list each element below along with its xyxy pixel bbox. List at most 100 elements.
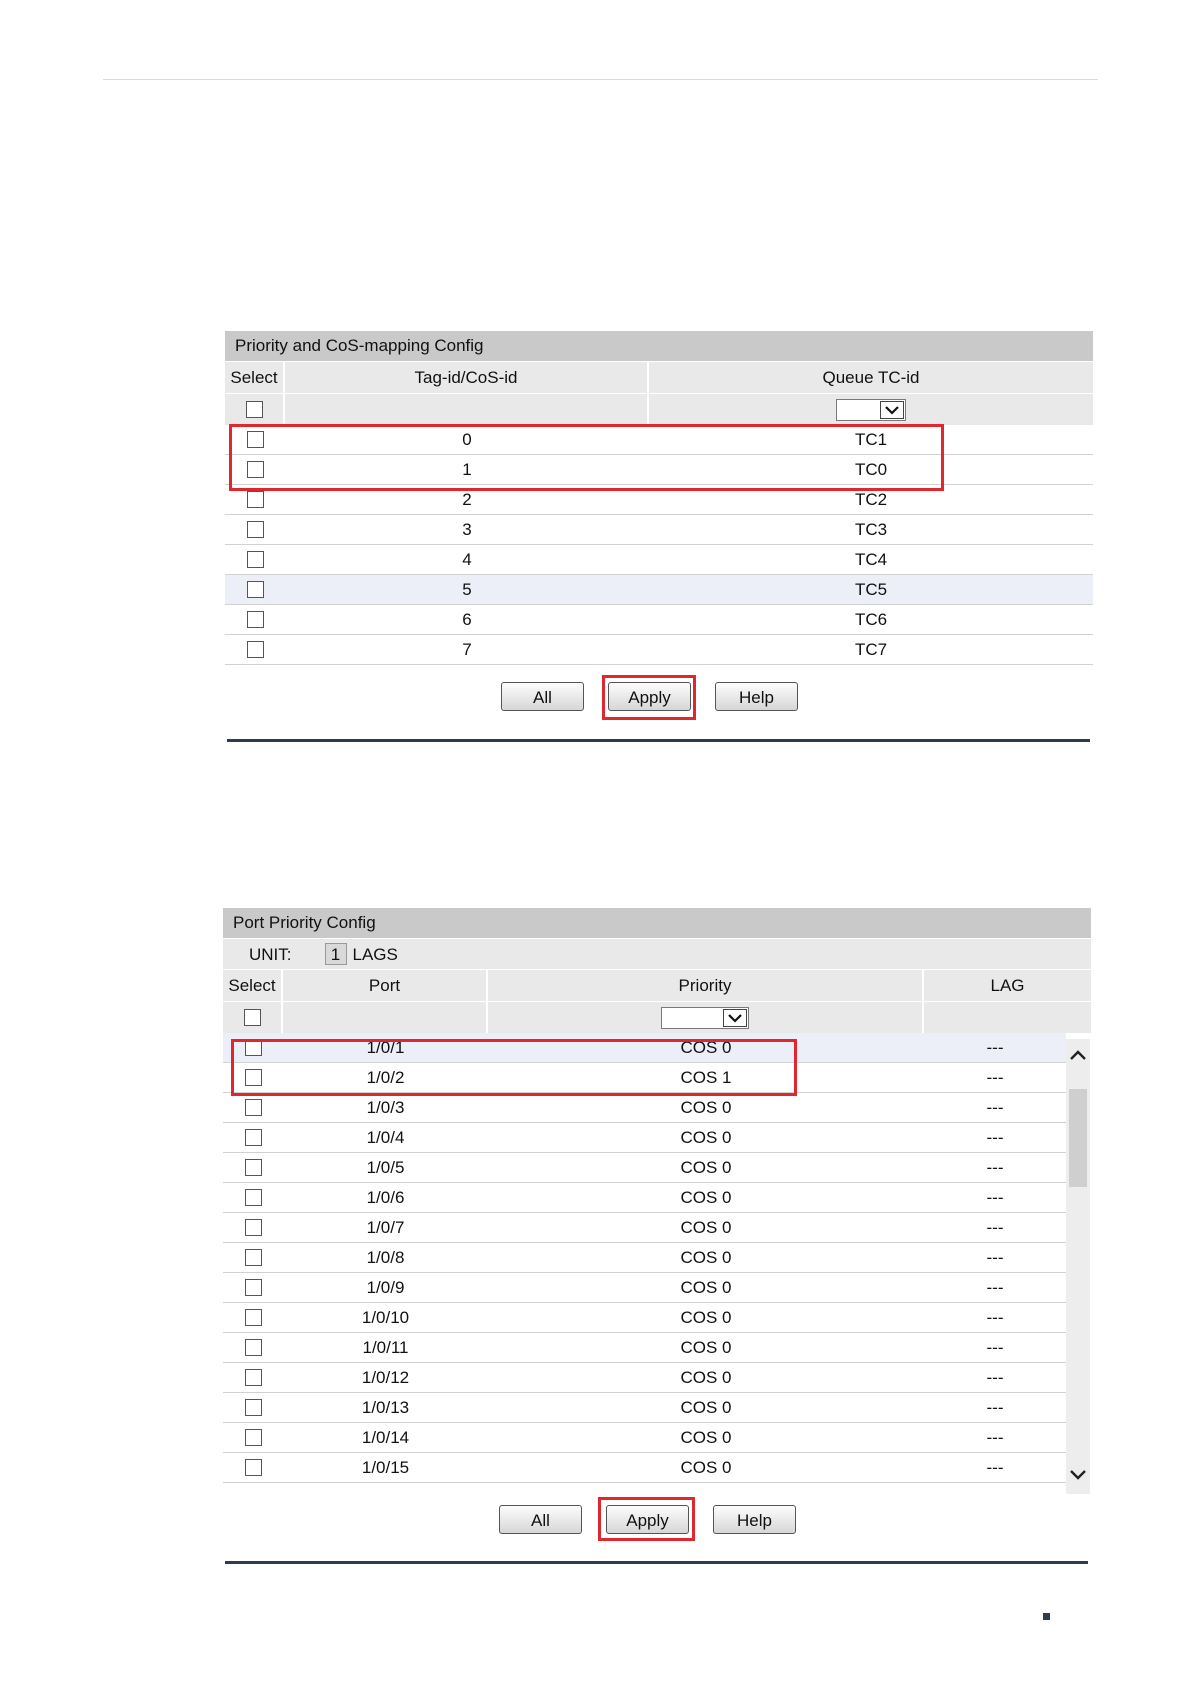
port-help-button[interactable]: Help xyxy=(713,1505,796,1534)
port-panel-divider xyxy=(225,1561,1088,1564)
unit-selector-row: UNIT: 1 LAGS xyxy=(223,938,1091,969)
row-select-checkbox[interactable] xyxy=(244,1189,262,1206)
port-priority-panel: Port Priority Config UNIT: 1 LAGS Select… xyxy=(223,908,1091,1483)
select-all-checkbox[interactable] xyxy=(243,1009,261,1026)
row-select-checkbox[interactable] xyxy=(244,1279,262,1296)
port-cell: 1/0/8 xyxy=(366,1248,405,1267)
row-select-checkbox[interactable] xyxy=(244,1249,262,1266)
column-header-port: Port xyxy=(283,970,488,1001)
select-all-checkbox[interactable] xyxy=(245,401,263,418)
highlight-box-port-rows xyxy=(231,1039,797,1096)
highlight-box-cos-apply xyxy=(602,675,696,720)
row-select-checkbox[interactable] xyxy=(244,1339,262,1356)
row-select-checkbox[interactable] xyxy=(244,1159,262,1176)
chevron-up-icon[interactable] xyxy=(1066,1043,1090,1067)
tag-id-cell: 6 xyxy=(462,610,472,629)
row-select-checkbox[interactable] xyxy=(246,641,264,658)
cos-all-button[interactable]: All xyxy=(501,682,584,711)
lag-cell: --- xyxy=(986,1338,1004,1357)
port-cell: 1/0/10 xyxy=(361,1308,410,1327)
table-row[interactable]: 1/0/4 COS 0 --- xyxy=(223,1123,1066,1153)
bulk-port-cell xyxy=(283,1002,488,1033)
page-corner-mark xyxy=(1043,1613,1050,1620)
table-row[interactable]: 1/0/3 COS 0 --- xyxy=(223,1093,1066,1123)
table-row[interactable]: 1/0/13 COS 0 --- xyxy=(223,1393,1066,1423)
queue-tc-cell: TC5 xyxy=(854,580,888,599)
chevron-down-icon xyxy=(723,1008,747,1027)
row-select-checkbox[interactable] xyxy=(244,1129,262,1146)
lag-cell: --- xyxy=(986,1188,1004,1207)
column-header-lag: LAG xyxy=(990,976,1025,995)
row-select-checkbox[interactable] xyxy=(246,551,264,568)
table-row[interactable]: 6 TC6 xyxy=(225,605,1093,635)
table-row[interactable]: 1/0/15 COS 0 --- xyxy=(223,1453,1066,1483)
port-cell: 1/0/3 xyxy=(366,1098,405,1117)
column-header-select: Select xyxy=(223,970,283,1001)
scrollbar-thumb[interactable] xyxy=(1069,1089,1087,1187)
row-select-checkbox[interactable] xyxy=(244,1099,262,1116)
table-row[interactable]: 1/0/8 COS 0 --- xyxy=(223,1243,1066,1273)
row-select-checkbox[interactable] xyxy=(246,491,264,508)
table-row[interactable]: 1/0/11 COS 0 --- xyxy=(223,1333,1066,1363)
port-cell: 1/0/14 xyxy=(361,1428,410,1447)
row-select-checkbox[interactable] xyxy=(246,581,264,598)
cos-mapping-title: Priority and CoS-mapping Config xyxy=(225,331,1093,361)
highlight-box-port-apply xyxy=(598,1497,695,1541)
queue-tc-select[interactable] xyxy=(836,398,906,421)
priority-cell: COS 0 xyxy=(680,1338,732,1357)
lags-tab[interactable]: LAGS xyxy=(353,939,398,970)
table-row[interactable]: 1/0/10 COS 0 --- xyxy=(223,1303,1066,1333)
queue-tc-cell: TC7 xyxy=(854,640,888,659)
table-row[interactable]: 3 TC3 xyxy=(225,515,1093,545)
cos-help-button[interactable]: Help xyxy=(715,682,798,711)
row-select-checkbox[interactable] xyxy=(246,611,264,628)
cos-mapping-panel: Priority and CoS-mapping Config Select T… xyxy=(225,331,1093,665)
unit-1-tab[interactable]: 1 xyxy=(324,943,347,965)
row-select-checkbox[interactable] xyxy=(244,1399,262,1416)
queue-tc-cell: TC6 xyxy=(854,610,888,629)
table-row[interactable]: 1/0/7 COS 0 --- xyxy=(223,1213,1066,1243)
priority-cell: COS 0 xyxy=(680,1308,732,1327)
table-row[interactable]: 5 TC5 xyxy=(225,575,1093,605)
table-row[interactable]: 1/0/12 COS 0 --- xyxy=(223,1363,1066,1393)
page-top-divider xyxy=(103,79,1098,80)
port-cell: 1/0/9 xyxy=(366,1278,405,1297)
tag-id-cell: 5 xyxy=(462,580,472,599)
priority-cell: COS 0 xyxy=(680,1098,732,1117)
priority-select[interactable] xyxy=(661,1006,749,1029)
column-header-tag-id: Tag-id/CoS-id xyxy=(285,362,649,393)
row-select-checkbox[interactable] xyxy=(244,1429,262,1446)
table-row[interactable]: 1/0/5 COS 0 --- xyxy=(223,1153,1066,1183)
row-select-checkbox[interactable] xyxy=(246,521,264,538)
priority-cell: COS 0 xyxy=(680,1458,732,1477)
lag-cell: --- xyxy=(986,1278,1004,1297)
tag-id-cell: 7 xyxy=(462,640,472,659)
bulk-tag-cell xyxy=(285,394,649,425)
row-select-checkbox[interactable] xyxy=(244,1369,262,1386)
row-select-checkbox[interactable] xyxy=(244,1219,262,1236)
chevron-down-icon xyxy=(880,400,904,419)
column-header-queue-tc-id: Queue TC-id xyxy=(822,368,920,387)
table-row[interactable]: 4 TC4 xyxy=(225,545,1093,575)
cos-mapping-bulk-row xyxy=(225,393,1093,425)
port-list-scrollbar[interactable] xyxy=(1066,1039,1090,1494)
port-cell: 1/0/7 xyxy=(366,1218,405,1237)
lag-cell: --- xyxy=(986,1068,1004,1087)
lag-cell: --- xyxy=(986,1428,1004,1447)
lag-cell: --- xyxy=(986,1038,1004,1057)
table-row[interactable]: 1/0/6 COS 0 --- xyxy=(223,1183,1066,1213)
row-select-checkbox[interactable] xyxy=(244,1459,262,1476)
table-row[interactable]: 7 TC7 xyxy=(225,635,1093,665)
lag-cell: --- xyxy=(986,1458,1004,1477)
priority-cell: COS 0 xyxy=(680,1368,732,1387)
row-select-checkbox[interactable] xyxy=(244,1309,262,1326)
tag-id-cell: 4 xyxy=(462,550,472,569)
port-cell: 1/0/12 xyxy=(361,1368,410,1387)
port-priority-title: Port Priority Config xyxy=(223,908,1091,938)
table-row[interactable]: 1/0/9 COS 0 --- xyxy=(223,1273,1066,1303)
table-row[interactable]: 1/0/14 COS 0 --- xyxy=(223,1423,1066,1453)
tag-id-cell: 3 xyxy=(462,520,472,539)
port-all-button[interactable]: All xyxy=(499,1505,582,1534)
chevron-down-icon[interactable] xyxy=(1066,1463,1090,1487)
port-priority-rows: 1/0/1 COS 0 --- 1/0/2 COS 1 --- 1/0/3 COS 0 --- 1… xyxy=(223,1033,1066,1483)
